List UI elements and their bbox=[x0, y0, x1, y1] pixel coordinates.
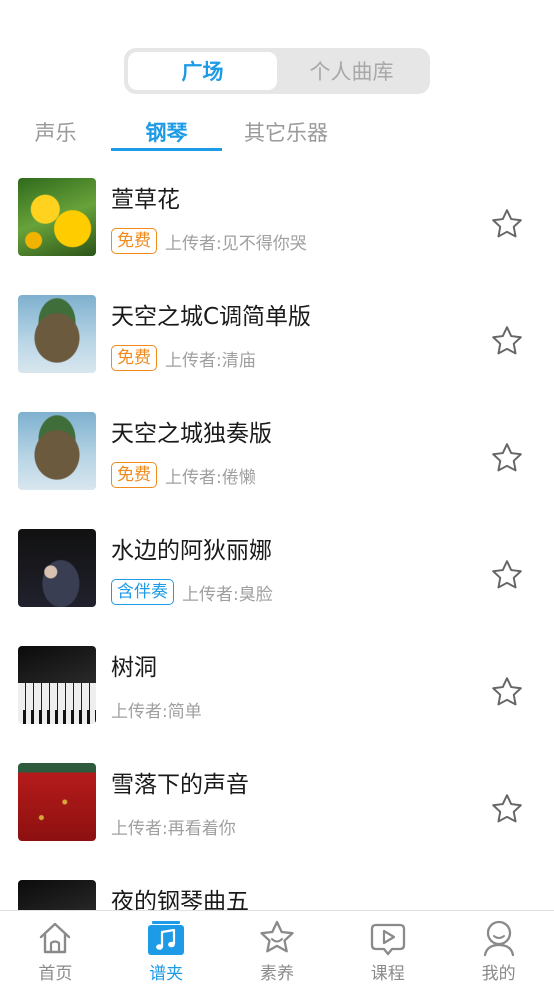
nav-literacy[interactable]: 素养 bbox=[222, 911, 333, 984]
list-item[interactable]: 水边的阿狄丽娜 含伴奏 上传者:臭脸 bbox=[0, 509, 554, 626]
nav-home[interactable]: 首页 bbox=[0, 911, 111, 984]
free-badge: 免费 bbox=[111, 228, 157, 254]
uploader-text: 上传者:简单 bbox=[111, 701, 202, 722]
segmented-control: 广场 个人曲库 bbox=[124, 48, 430, 94]
segment-personal-library[interactable]: 个人曲库 bbox=[277, 52, 426, 90]
list-item[interactable]: 天空之城C调简单版 免费 上传者:清庙 bbox=[0, 275, 554, 392]
uploader-text: 上传者:倦懒 bbox=[165, 467, 256, 488]
song-thumbnail bbox=[18, 880, 96, 910]
star-icon[interactable] bbox=[489, 674, 525, 710]
song-meta: 含伴奏 上传者:臭脸 bbox=[111, 577, 273, 607]
tab-vocal[interactable]: 声乐 bbox=[0, 110, 111, 154]
song-meta: 上传者:简单 bbox=[111, 694, 202, 724]
song-thumbnail bbox=[18, 412, 96, 490]
song-thumbnail bbox=[18, 646, 96, 724]
uploader-text: 上传者:再看着你 bbox=[111, 818, 236, 839]
uploader-text: 上传者:见不得你哭 bbox=[165, 233, 307, 254]
video-play-icon bbox=[370, 923, 405, 956]
list-item[interactable]: 天空之城独奏版 免费 上传者:倦懒 bbox=[0, 392, 554, 509]
star-icon[interactable] bbox=[489, 557, 525, 593]
nav-label-courses: 课程 bbox=[370, 964, 405, 984]
song-title: 树洞 bbox=[111, 655, 157, 681]
uploader-text: 上传者:清庙 bbox=[165, 350, 256, 371]
song-title: 水边的阿狄丽娜 bbox=[111, 538, 272, 564]
nav-score-folder[interactable]: 谱夹 bbox=[111, 911, 222, 984]
nav-label-mine: 我的 bbox=[481, 964, 516, 984]
tab-other-instruments[interactable]: 其它乐器 bbox=[222, 110, 350, 154]
list-item[interactable]: 夜的钢琴曲五 bbox=[0, 860, 554, 910]
star-face-icon bbox=[260, 920, 294, 953]
nav-label-literacy: 素养 bbox=[259, 964, 294, 984]
person-icon bbox=[483, 920, 514, 957]
segment-square[interactable]: 广场 bbox=[128, 52, 277, 90]
star-icon[interactable] bbox=[489, 206, 525, 242]
star-icon[interactable] bbox=[489, 440, 525, 476]
song-thumbnail bbox=[18, 178, 96, 256]
active-tab-indicator bbox=[111, 148, 222, 151]
song-title: 天空之城独奏版 bbox=[111, 421, 272, 447]
song-meta: 免费 上传者:见不得你哭 bbox=[111, 226, 307, 256]
free-badge: 免费 bbox=[111, 345, 157, 371]
music-note-icon bbox=[148, 921, 185, 955]
song-title: 天空之城C调简单版 bbox=[111, 304, 312, 330]
bottom-nav: 首页 谱夹 素养 课程 我的 bbox=[0, 910, 554, 984]
nav-mine[interactable]: 我的 bbox=[443, 911, 554, 984]
song-thumbnail bbox=[18, 529, 96, 607]
uploader-text: 上传者:臭脸 bbox=[182, 584, 273, 605]
song-thumbnail bbox=[18, 295, 96, 373]
accompaniment-badge: 含伴奏 bbox=[111, 579, 174, 605]
nav-courses[interactable]: 课程 bbox=[332, 911, 443, 984]
song-thumbnail bbox=[18, 763, 96, 841]
list-item[interactable]: 萱草花 免费 上传者:见不得你哭 bbox=[0, 158, 554, 275]
category-tabs: 声乐 钢琴 其它乐器 bbox=[0, 110, 554, 154]
nav-label-home: 首页 bbox=[38, 964, 73, 984]
list-item[interactable]: 树洞 上传者:简单 bbox=[0, 626, 554, 743]
song-title: 雪落下的声音 bbox=[111, 772, 249, 798]
song-title: 萱草花 bbox=[111, 187, 180, 213]
song-meta: 免费 上传者:清庙 bbox=[111, 343, 256, 373]
star-icon[interactable] bbox=[489, 791, 525, 827]
list-item[interactable]: 雪落下的声音 上传者:再看着你 bbox=[0, 743, 554, 860]
song-meta: 上传者:再看着你 bbox=[111, 811, 236, 841]
home-icon bbox=[40, 922, 71, 954]
song-meta: 免费 上传者:倦懒 bbox=[111, 460, 256, 490]
song-list: 萱草花 免费 上传者:见不得你哭 天空之城C调简单版 免费 上传者:清庙 天空之… bbox=[0, 158, 554, 910]
star-icon[interactable] bbox=[489, 323, 525, 359]
nav-label-score-folder: 谱夹 bbox=[149, 964, 184, 984]
song-title: 夜的钢琴曲五 bbox=[111, 889, 249, 910]
free-badge: 免费 bbox=[111, 462, 157, 488]
